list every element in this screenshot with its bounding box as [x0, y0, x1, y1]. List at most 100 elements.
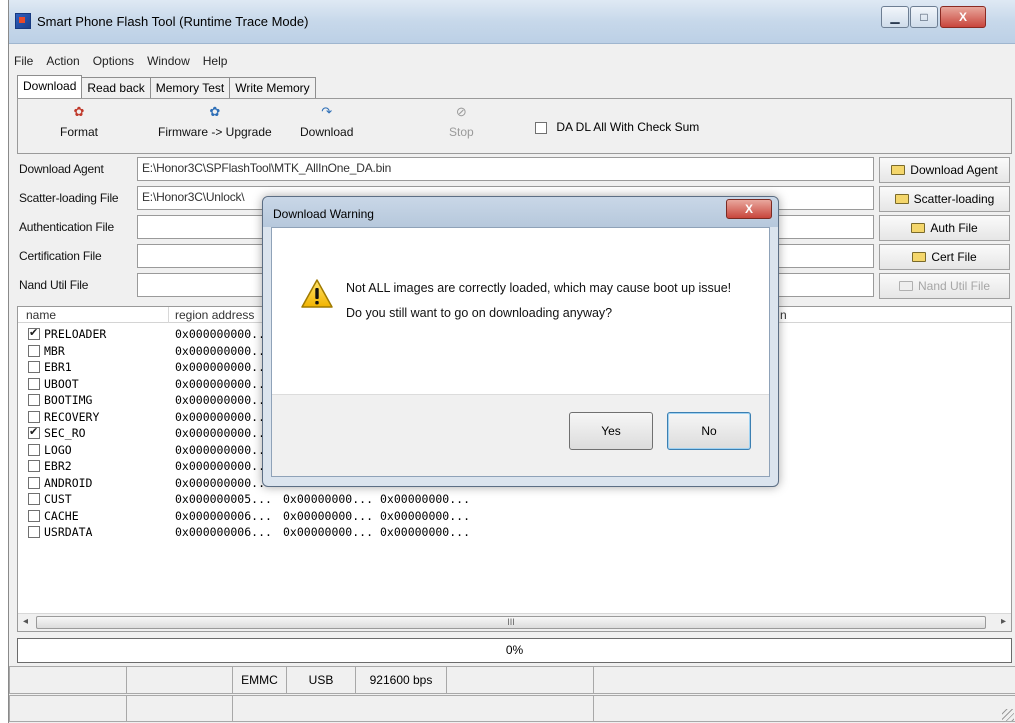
dialog-button-area: Yes No	[272, 394, 769, 476]
dialog-close-button[interactable]: X	[726, 199, 772, 219]
partition-c1: 0x000000000...	[175, 459, 272, 473]
partition-checkbox[interactable]	[28, 344, 40, 357]
tab-strip: Download Read back Memory Test Write Mem…	[17, 74, 316, 98]
minimize-button[interactable]: ▁	[881, 6, 909, 28]
partition-checkbox[interactable]	[28, 526, 40, 538]
scroll-right-icon[interactable]: ▸	[1001, 616, 1006, 627]
tab-read-back[interactable]: Read back	[81, 77, 151, 98]
menu-file[interactable]: File	[14, 54, 33, 68]
stop-button[interactable]: ⊘ Stop	[449, 105, 474, 140]
scroll-left-icon[interactable]: ◂	[23, 616, 28, 627]
auth-file-button[interactable]: Auth File	[879, 215, 1010, 241]
download-agent-button-label: Download Agent	[910, 163, 998, 177]
folder-icon	[912, 252, 927, 262]
header-fragment[interactable]: n	[780, 308, 787, 322]
dialog-message-area: Not ALL images are correctly loaded, whi…	[272, 228, 769, 394]
warning-icon	[301, 279, 333, 308]
format-icon: ✿	[73, 104, 85, 119]
partition-c1: 0x000000006...	[175, 525, 272, 539]
nand-util-button[interactable]: Nand Util File	[879, 273, 1010, 299]
menu-options[interactable]: Options	[93, 54, 134, 68]
download-agent-field[interactable]: E:\Honor3C\SPFlashTool\MTK_AllInOne_DA.b…	[137, 157, 874, 181]
partition-c2: 0x00000000...	[283, 508, 374, 523]
checksum-option[interactable]: DA DL All With Check Sum	[535, 120, 699, 134]
tab-download[interactable]: Download	[17, 75, 83, 98]
partition-c1: 0x000000000...	[175, 327, 272, 341]
resize-grip[interactable]	[1002, 709, 1014, 721]
dialog-title-bar[interactable]: Download Warning X	[263, 197, 778, 227]
partition-checkbox[interactable]	[28, 425, 40, 439]
progress-bar: 0%	[17, 638, 1012, 663]
download-icon: ↷	[321, 104, 333, 119]
yes-button[interactable]: Yes	[569, 412, 653, 450]
title-bar[interactable]: Smart Phone Flash Tool (Runtime Trace Mo…	[9, 0, 1015, 44]
header-name[interactable]: name	[26, 308, 56, 322]
horizontal-scrollbar[interactable]: ◂ III ▸	[18, 613, 1011, 631]
firmware-upgrade-button[interactable]: ✿ Firmware -> Upgrade	[158, 104, 272, 140]
partition-checkbox[interactable]	[28, 476, 40, 489]
scatter-label: Scatter-loading File	[19, 191, 119, 205]
folder-icon	[894, 194, 909, 204]
partition-checkbox[interactable]	[28, 443, 40, 456]
header-region-address[interactable]: region address	[175, 308, 254, 322]
scatter-loading-button[interactable]: Scatter-loading	[879, 186, 1010, 212]
cert-label: Certification File	[19, 249, 102, 263]
dialog-message-line-1: Not ALL images are correctly loaded, whi…	[346, 281, 732, 295]
status2-cell-4	[593, 695, 1015, 722]
table-row[interactable]: USRDATA 0x000000006... 0x00000000... 0x0000…	[18, 524, 1011, 540]
checksum-checkbox[interactable]	[535, 121, 547, 134]
upgrade-icon: ✿	[209, 104, 221, 119]
partition-checkbox[interactable]	[28, 361, 40, 373]
scroll-thumb[interactable]: III	[36, 616, 986, 629]
partition-checkbox[interactable]	[28, 377, 40, 390]
maximize-button[interactable]: □	[910, 6, 938, 28]
partition-checkbox[interactable]	[28, 410, 40, 423]
partition-c1: 0x000000000...	[175, 426, 272, 440]
file-row-download-agent: Download Agent E:\Honor3C\SPFlashTool\MT…	[17, 156, 1012, 183]
status-baud: 921600 bps	[355, 666, 447, 694]
partition-c1: 0x000000005...	[175, 492, 272, 506]
dialog-message-line-2: Do you still want to go on downloading a…	[346, 306, 613, 320]
partition-c1: 0x000000006...	[175, 508, 272, 523]
partition-name: UBOOT	[44, 376, 79, 391]
partition-name: SEC_RO	[44, 426, 86, 440]
partition-checkbox[interactable]	[28, 394, 40, 406]
partition-checkbox[interactable]	[28, 326, 40, 340]
menu-bar: File Action Options Window Help	[9, 50, 1015, 72]
stop-label: Stop	[449, 125, 474, 139]
auth-label: Authentication File	[19, 220, 114, 234]
partition-name: BOOTIMG	[44, 393, 93, 407]
menu-help[interactable]: Help	[203, 54, 228, 68]
partition-c2: 0x00000000...	[283, 492, 374, 506]
status-cell-7	[593, 666, 1015, 694]
download-agent-button[interactable]: Download Agent	[879, 157, 1010, 183]
tab-memory-test[interactable]: Memory Test	[149, 77, 231, 98]
partition-c3: 0x00000000...	[380, 525, 471, 539]
partition-c2: 0x00000000...	[283, 525, 374, 539]
close-button[interactable]: X	[940, 6, 986, 28]
partition-checkbox[interactable]	[28, 493, 40, 505]
status-bar: EMMC USB 921600 bps	[9, 666, 1015, 723]
tab-write-memory[interactable]: Write Memory	[229, 77, 316, 98]
table-row[interactable]: CACHE 0x000000006... 0x00000000... 0x000000…	[18, 508, 1011, 524]
menu-window[interactable]: Window	[147, 54, 190, 68]
partition-checkbox[interactable]	[28, 509, 40, 522]
format-button[interactable]: ✿ Format	[60, 104, 98, 140]
partition-c1: 0x000000000...	[175, 360, 272, 374]
dialog-title: Download Warning	[273, 207, 374, 221]
partition-c1: 0x000000000...	[175, 393, 272, 407]
status2-cell-1	[9, 695, 127, 722]
download-button[interactable]: ↷ Download	[300, 104, 353, 140]
status-cell-6	[446, 666, 594, 694]
partition-c1: 0x000000000...	[175, 376, 272, 391]
partition-checkbox[interactable]	[28, 460, 40, 472]
partition-c1: 0x000000000...	[175, 442, 272, 457]
table-row[interactable]: CUST 0x000000005... 0x00000000... 0x0000000…	[18, 491, 1011, 507]
nand-util-button-label: Nand Util File	[917, 279, 991, 293]
cert-file-button[interactable]: Cert File	[879, 244, 1010, 270]
app-icon	[15, 13, 31, 29]
menu-action[interactable]: Action	[46, 54, 79, 68]
no-button[interactable]: No	[667, 412, 751, 450]
partition-c1: 0x000000000...	[175, 343, 272, 358]
partition-name: MBR	[44, 343, 65, 358]
